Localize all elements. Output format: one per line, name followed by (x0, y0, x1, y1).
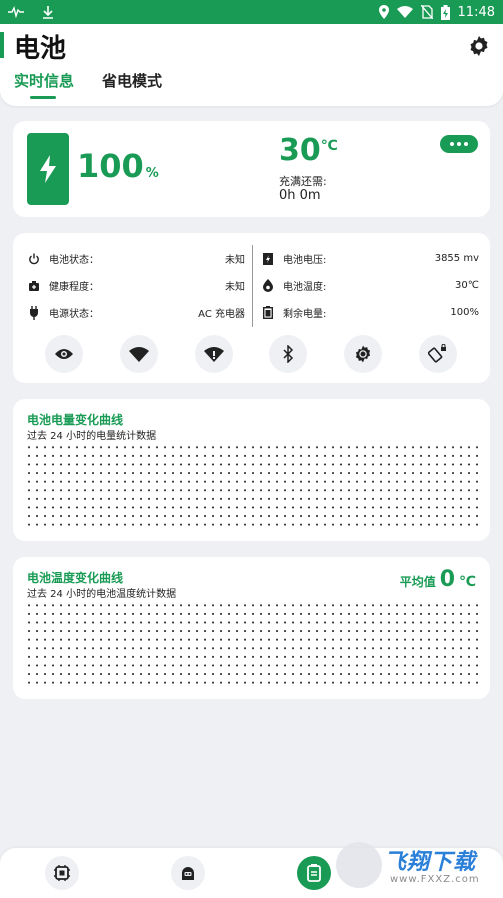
chip-icon[interactable] (45, 856, 79, 890)
tab-realtime-info[interactable]: 实时信息 (14, 70, 74, 99)
battery-percent: 100% (77, 147, 159, 185)
clock-time: 11:48 (457, 4, 495, 20)
wifi-icon (396, 6, 413, 18)
info-label: 剩余电量: (283, 309, 327, 320)
average-temperature: 平均值 0 ℃ (400, 567, 476, 592)
bluetooth-icon[interactable] (269, 335, 308, 373)
gear-icon[interactable] (467, 34, 491, 58)
battery-info-card: 电池状态： 未知 健康程度： 未知 电源状态： AC 充电器 电池电压: 385… (13, 233, 490, 383)
tab-bar: 实时信息 省电模式 (14, 70, 162, 99)
average-value: 0 (439, 567, 456, 592)
info-value: 未知 (225, 282, 245, 293)
rotate-lock-icon[interactable] (418, 335, 457, 373)
quick-toggles (45, 335, 457, 373)
info-divider (252, 245, 253, 327)
info-row-remaining: 剩余电量: 100% (261, 305, 479, 320)
no-sim-icon (420, 5, 433, 19)
info-row-battery-status: 电池状态： 未知 (27, 251, 245, 266)
tab-power-saving[interactable]: 省电模式 (102, 70, 162, 91)
watermark-title: 飞翔下载 (384, 850, 477, 875)
battery-charging-icon (440, 4, 450, 20)
wifi-icon[interactable] (119, 335, 158, 373)
info-label: 电源状态： (49, 309, 99, 320)
eye-icon[interactable] (45, 335, 83, 373)
status-bar: 11:48 (0, 0, 503, 24)
hotspot-icon[interactable] (194, 335, 233, 373)
battery-charging-icon (27, 133, 69, 205)
pulse-icon (8, 6, 24, 18)
chart-subtitle: 过去 24 小时的电池温度统计数据 (27, 589, 177, 600)
thermometer-icon (261, 279, 275, 293)
robot-icon[interactable] (171, 856, 205, 890)
chart-grid (25, 443, 480, 529)
battery-percent-value: 100 (77, 147, 144, 185)
battery-temperature: 30℃ (279, 133, 338, 168)
chart-title: 电池温度变化曲线 (27, 571, 124, 585)
battery-summary-card: 100% 30℃ 充满还需: 0h 0m (13, 121, 490, 217)
average-unit: ℃ (459, 574, 476, 590)
power-icon (27, 252, 41, 266)
battery-percent-unit: % (145, 166, 159, 181)
charge-remaining-label: 充满还需: (279, 175, 327, 188)
chart-title: 电池电量变化曲线 (27, 413, 124, 427)
info-value: 100% (450, 307, 479, 318)
location-icon (378, 5, 389, 19)
temperature-value: 30 (279, 133, 321, 168)
average-label: 平均值 (399, 575, 436, 589)
temperature-unit: ℃ (320, 138, 338, 154)
watermark-logo-icon (336, 842, 382, 888)
brightness-icon[interactable] (344, 335, 383, 373)
info-row-power-source: 电源状态： AC 充电器 (27, 305, 245, 320)
charge-remaining-time: 0h 0m (279, 188, 321, 203)
more-dots-icon[interactable] (440, 135, 478, 153)
voltage-icon (261, 252, 275, 266)
info-label: 健康程度： (49, 282, 99, 293)
title-accent-bar (0, 32, 4, 58)
download-icon (42, 5, 54, 19)
info-value: 3855 mv (434, 253, 479, 264)
battery-level-chart-card: 电池电量变化曲线 过去 24 小时的电量统计数据 (13, 399, 490, 541)
plug-icon (27, 305, 41, 320)
battery-level-icon (261, 306, 275, 320)
chart-subtitle: 过去 24 小时的电量统计数据 (27, 431, 157, 442)
info-value: 30℃ (455, 280, 479, 291)
app-header: 电池 实时信息 省电模式 (0, 24, 503, 106)
page-title: 电池 (14, 34, 67, 64)
watermark-logo: 飞翔下载 www.FXXZ.com (336, 840, 496, 892)
temperature-chart-card: 电池温度变化曲线 过去 24 小时的电池温度统计数据 平均值 0 ℃ (13, 557, 490, 699)
health-icon (27, 279, 41, 293)
info-label: 电池电压: (283, 255, 327, 266)
battery-tab-icon[interactable] (297, 856, 331, 890)
info-row-temperature: 电池温度: 30℃ (261, 278, 479, 293)
info-label: 电池状态： (49, 255, 99, 266)
info-value: AC 充电器 (198, 309, 245, 320)
info-value: 未知 (225, 255, 245, 266)
info-row-health: 健康程度： 未知 (27, 278, 245, 293)
info-label: 电池温度: (283, 282, 327, 293)
info-row-voltage: 电池电压: 3855 mv (261, 251, 479, 266)
chart-grid (25, 601, 480, 687)
watermark-url: www.FXXZ.com (390, 874, 480, 885)
